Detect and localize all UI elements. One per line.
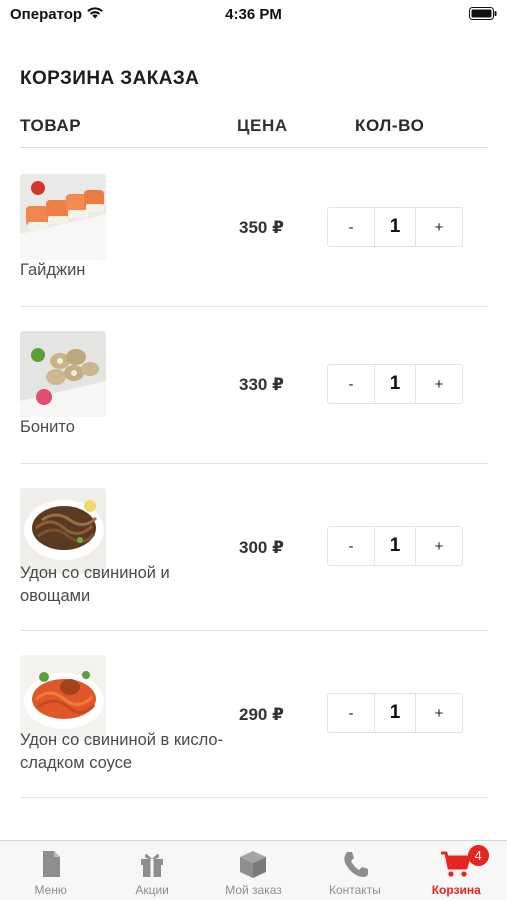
increase-quantity-button[interactable]: + xyxy=(416,527,462,565)
product-price: 330 ₽ xyxy=(239,375,284,394)
quantity-value[interactable]: 1 xyxy=(374,527,416,565)
product-name[interactable]: Удон со свининой и овощами xyxy=(20,562,230,608)
column-header-price: ЦЕНА xyxy=(237,116,288,135)
cart-table-header: ТОВАР ЦЕНА КОЛ-ВО xyxy=(20,114,488,148)
page-title: КОРЗИНА ЗАКАЗА xyxy=(20,68,200,89)
column-header-product: ТОВАР xyxy=(20,116,82,135)
product-price: 350 ₽ xyxy=(239,218,284,237)
cart-item-row: Удон со свининой и овощами 300 ₽ - 1 + xyxy=(20,464,488,631)
tab-promotions[interactable]: Акции xyxy=(101,841,202,900)
tab-contacts[interactable]: Контакты xyxy=(304,841,405,900)
status-bar: Оператор 4:36 PM xyxy=(0,0,507,30)
quantity-stepper: - 1 + xyxy=(327,693,463,733)
battery-icon xyxy=(469,7,497,20)
quantity-value[interactable]: 1 xyxy=(374,208,416,246)
decrease-quantity-button[interactable]: - xyxy=(328,527,374,565)
tab-label: Корзина xyxy=(431,883,481,897)
tab-label: Меню xyxy=(34,883,67,897)
quantity-stepper: - 1 + xyxy=(327,526,463,566)
tab-label: Контакты xyxy=(328,883,381,897)
product-image[interactable] xyxy=(20,174,106,260)
decrease-quantity-button[interactable]: - xyxy=(328,365,374,403)
column-header-quantity: КОЛ-ВО xyxy=(355,116,425,135)
tab-menu[interactable]: Меню xyxy=(0,841,101,900)
product-price: 300 ₽ xyxy=(239,538,284,557)
cart-item-row: Гайджин 350 ₽ - 1 + xyxy=(20,150,488,307)
increase-quantity-button[interactable]: + xyxy=(416,208,462,246)
product-name[interactable]: Бонито xyxy=(20,416,230,439)
cart-count-badge: 4 xyxy=(467,845,489,866)
phone-icon xyxy=(344,852,368,877)
cart-item-row: Бонито 330 ₽ - 1 + xyxy=(20,307,488,464)
product-price: 290 ₽ xyxy=(239,705,284,724)
product-name[interactable]: Гайджин xyxy=(20,259,230,282)
product-image[interactable] xyxy=(20,331,106,417)
quantity-value[interactable]: 1 xyxy=(374,365,416,403)
product-name[interactable]: Удон со свининой в кисло-сладком соусе xyxy=(20,729,230,775)
tab-cart[interactable]: 4 Корзина xyxy=(406,841,507,900)
tab-label: Акции xyxy=(135,883,169,897)
box-icon xyxy=(240,851,267,878)
tab-my-order[interactable]: Мой заказ xyxy=(203,841,304,900)
tab-label: Мой заказ xyxy=(225,883,282,897)
bottom-tab-bar: Меню Акции Мой заказ Контакты 4 Корзина xyxy=(0,840,507,900)
decrease-quantity-button[interactable]: - xyxy=(328,694,374,732)
clock-label: 4:36 PM xyxy=(225,6,282,23)
menu-document-icon xyxy=(42,851,60,877)
quantity-value[interactable]: 1 xyxy=(374,694,416,732)
gift-icon xyxy=(141,854,164,877)
cart-item-row: Удон со свининой в кисло-сладком соусе 2… xyxy=(20,631,488,798)
increase-quantity-button[interactable]: + xyxy=(416,365,462,403)
decrease-quantity-button[interactable]: - xyxy=(328,208,374,246)
increase-quantity-button[interactable]: + xyxy=(416,694,462,732)
quantity-stepper: - 1 + xyxy=(327,207,463,247)
quantity-stepper: - 1 + xyxy=(327,364,463,404)
